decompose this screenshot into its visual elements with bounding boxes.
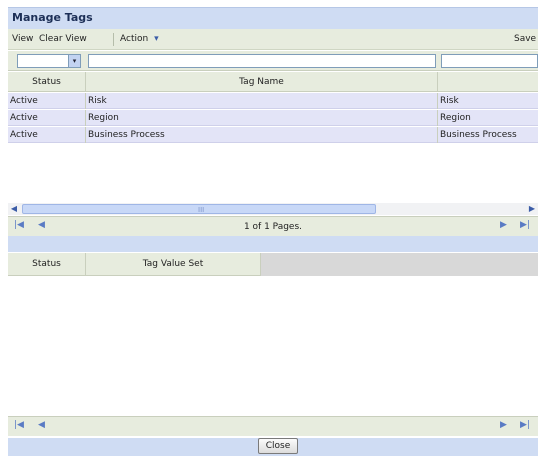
next-page-icon[interactable]: ▶ xyxy=(500,220,507,230)
status-cell: Active xyxy=(8,110,86,126)
action-menu-button[interactable]: Action ▾ xyxy=(120,34,159,44)
table-row[interactable]: Active Risk Risk xyxy=(8,93,538,109)
scroll-grip-icon: III xyxy=(198,206,205,214)
extra-cell: Risk xyxy=(440,96,459,106)
first-page-icon[interactable]: |◀ xyxy=(14,420,24,430)
clear-view-button[interactable]: Clear View xyxy=(39,34,87,44)
filter-row: ▾ xyxy=(8,51,538,71)
tag-name-cell: Business Process xyxy=(86,127,438,143)
tag-name-cell: Risk xyxy=(86,93,438,109)
tag-name-cell: Region xyxy=(86,110,438,126)
toolbar: View Clear View Action ▾ Save xyxy=(8,29,538,50)
grid2-empty-header-area xyxy=(261,253,538,276)
toolbar-separator xyxy=(113,33,114,46)
column-header-status[interactable]: Status xyxy=(8,72,86,92)
previous-page-icon[interactable]: ◀ xyxy=(38,420,45,430)
chevron-down-icon: ▾ xyxy=(154,34,159,44)
grid-header: Status Tag Name xyxy=(8,72,538,92)
extra-cell: Business Process xyxy=(440,130,517,140)
status-filter-select[interactable]: ▾ xyxy=(17,54,81,68)
pager-top: |◀ ◀ 1 of 1 Pages. ▶ ▶| xyxy=(8,216,538,236)
view-button[interactable]: View xyxy=(12,34,33,44)
status-cell: Active xyxy=(8,127,86,143)
grid2-header: Status Tag Value Set xyxy=(8,253,261,276)
action-label: Action xyxy=(120,34,149,44)
table-row[interactable]: Active Region Region xyxy=(8,110,538,126)
column-header-tag-name[interactable]: Tag Name xyxy=(86,72,438,92)
column-header-tag-value-set[interactable]: Tag Value Set xyxy=(86,253,261,276)
chevron-down-icon: ▾ xyxy=(68,55,80,67)
close-button[interactable]: Close xyxy=(258,438,298,454)
scroll-right-icon[interactable]: ▶ xyxy=(526,203,538,215)
page-indicator: 1 of 1 Pages. xyxy=(243,222,303,232)
horizontal-scrollbar[interactable]: ◀ III ▶ xyxy=(8,203,538,215)
window-title: Manage Tags xyxy=(12,11,93,24)
column-header-status[interactable]: Status xyxy=(8,253,86,276)
next-page-icon[interactable]: ▶ xyxy=(500,420,507,430)
panel-divider xyxy=(8,236,538,252)
last-page-icon[interactable]: ▶| xyxy=(520,420,530,430)
last-page-icon[interactable]: ▶| xyxy=(520,220,530,230)
window-title-bar: Manage Tags xyxy=(8,7,538,29)
save-button[interactable]: Save xyxy=(514,34,536,44)
scrollbar-thumb[interactable]: III xyxy=(22,204,376,214)
extra-cell: Region xyxy=(440,113,471,123)
scroll-left-icon[interactable]: ◀ xyxy=(8,203,20,215)
extra-filter-input[interactable] xyxy=(441,54,538,68)
tag-name-filter-input[interactable] xyxy=(88,54,436,68)
status-cell: Active xyxy=(8,93,86,109)
pager-bottom: |◀ ◀ ▶ ▶| xyxy=(8,416,538,436)
table-row[interactable]: Active Business Process Business Process xyxy=(8,127,538,143)
